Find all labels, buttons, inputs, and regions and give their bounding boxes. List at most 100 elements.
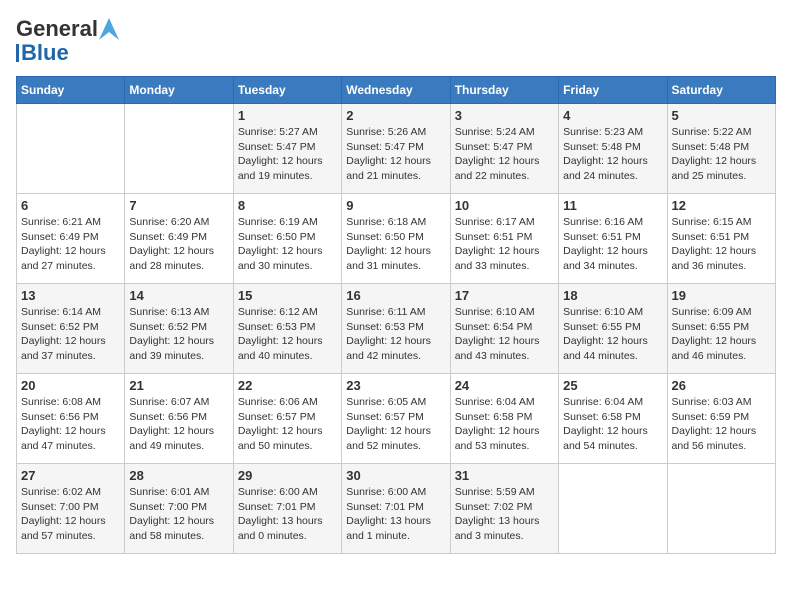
header-day-sunday: Sunday (17, 77, 125, 104)
calendar-week-row: 13 Sunrise: 6:14 AM Sunset: 6:52 PM Dayli… (17, 284, 776, 374)
calendar-cell: 27Sunrise: 6:02 AM Sunset: 7:00 PM Dayli… (17, 464, 125, 554)
calendar-cell (559, 464, 667, 554)
calendar-cell (667, 464, 775, 554)
day-info: Sunrise: 6:00 AM Sunset: 7:01 PM Dayligh… (238, 485, 337, 544)
day-info: Sunrise: 6:14 AM Sunset: 6:52 PM Dayligh… (21, 305, 120, 364)
day-info: Sunrise: 6:01 AM Sunset: 7:00 PM Dayligh… (129, 485, 228, 544)
calendar-cell: 4 Sunrise: 5:23 AM Sunset: 5:48 PM Daylig… (559, 104, 667, 194)
day-number: 19 (672, 288, 771, 303)
day-number: 17 (455, 288, 554, 303)
day-info: Sunrise: 5:23 AM Sunset: 5:48 PM Dayligh… (563, 125, 662, 184)
day-info: Sunrise: 6:00 AM Sunset: 7:01 PM Dayligh… (346, 485, 445, 544)
day-number: 8 (238, 198, 337, 213)
day-info: Sunrise: 6:11 AM Sunset: 6:53 PM Dayligh… (346, 305, 445, 364)
day-info: Sunrise: 6:07 AM Sunset: 6:56 PM Dayligh… (129, 395, 228, 454)
day-number: 25 (563, 378, 662, 393)
calendar-cell: 12 Sunrise: 6:15 AM Sunset: 6:51 PM Dayli… (667, 194, 775, 284)
day-info: Sunrise: 6:13 AM Sunset: 6:52 PM Dayligh… (129, 305, 228, 364)
calendar-cell: 3 Sunrise: 5:24 AM Sunset: 5:47 PM Daylig… (450, 104, 558, 194)
header-day-wednesday: Wednesday (342, 77, 450, 104)
calendar-cell: 9 Sunrise: 6:18 AM Sunset: 6:50 PM Daylig… (342, 194, 450, 284)
day-number: 28 (129, 468, 228, 483)
calendar-cell: 30 Sunrise: 6:00 AM Sunset: 7:01 PM Dayli… (342, 464, 450, 554)
day-info: Sunrise: 5:27 AM Sunset: 5:47 PM Dayligh… (238, 125, 337, 184)
header-day-thursday: Thursday (450, 77, 558, 104)
day-info: Sunrise: 6:10 AM Sunset: 6:54 PM Dayligh… (455, 305, 554, 364)
day-number: 4 (563, 108, 662, 123)
calendar-cell: 18 Sunrise: 6:10 AM Sunset: 6:55 PM Dayli… (559, 284, 667, 374)
day-number: 5 (672, 108, 771, 123)
day-number: 31 (455, 468, 554, 483)
day-number: 7 (129, 198, 228, 213)
day-number: 12 (672, 198, 771, 213)
day-info: Sunrise: 6:04 AM Sunset: 6:58 PM Dayligh… (563, 395, 662, 454)
calendar-header-row: SundayMondayTuesdayWednesdayThursdayFrid… (17, 77, 776, 104)
calendar-week-row: 27Sunrise: 6:02 AM Sunset: 7:00 PM Dayli… (17, 464, 776, 554)
header-day-saturday: Saturday (667, 77, 775, 104)
day-number: 21 (129, 378, 228, 393)
day-info: Sunrise: 6:20 AM Sunset: 6:49 PM Dayligh… (129, 215, 228, 274)
day-number: 11 (563, 198, 662, 213)
logo-bar (16, 44, 19, 62)
calendar-cell: 21 Sunrise: 6:07 AM Sunset: 6:56 PM Dayli… (125, 374, 233, 464)
calendar-cell: 25 Sunrise: 6:04 AM Sunset: 6:58 PM Dayli… (559, 374, 667, 464)
day-info: Sunrise: 6:05 AM Sunset: 6:57 PM Dayligh… (346, 395, 445, 454)
day-number: 30 (346, 468, 445, 483)
day-number: 1 (238, 108, 337, 123)
day-info: Sunrise: 5:59 AM Sunset: 7:02 PM Dayligh… (455, 485, 554, 544)
day-info: Sunrise: 6:21 AM Sunset: 6:49 PM Dayligh… (21, 215, 120, 274)
calendar-cell: 31 Sunrise: 5:59 AM Sunset: 7:02 PM Dayli… (450, 464, 558, 554)
day-info: Sunrise: 6:15 AM Sunset: 6:51 PM Dayligh… (672, 215, 771, 274)
day-info: Sunrise: 6:10 AM Sunset: 6:55 PM Dayligh… (563, 305, 662, 364)
calendar-cell (17, 104, 125, 194)
day-number: 13 (21, 288, 120, 303)
day-number: 23 (346, 378, 445, 393)
calendar-cell: 19 Sunrise: 6:09 AM Sunset: 6:55 PM Dayli… (667, 284, 775, 374)
logo-bird-icon (99, 18, 119, 40)
calendar-week-row: 20Sunrise: 6:08 AM Sunset: 6:56 PM Dayli… (17, 374, 776, 464)
calendar-cell: 11Sunrise: 6:16 AM Sunset: 6:51 PM Dayli… (559, 194, 667, 284)
header-day-tuesday: Tuesday (233, 77, 341, 104)
calendar-cell: 26 Sunrise: 6:03 AM Sunset: 6:59 PM Dayli… (667, 374, 775, 464)
calendar-cell: 2 Sunrise: 5:26 AM Sunset: 5:47 PM Daylig… (342, 104, 450, 194)
day-info: Sunrise: 5:24 AM Sunset: 5:47 PM Dayligh… (455, 125, 554, 184)
day-number: 26 (672, 378, 771, 393)
calendar-cell: 8 Sunrise: 6:19 AM Sunset: 6:50 PM Daylig… (233, 194, 341, 284)
calendar-cell: 10 Sunrise: 6:17 AM Sunset: 6:51 PM Dayli… (450, 194, 558, 284)
day-number: 9 (346, 198, 445, 213)
day-info: Sunrise: 6:19 AM Sunset: 6:50 PM Dayligh… (238, 215, 337, 274)
calendar-cell: 14 Sunrise: 6:13 AM Sunset: 6:52 PM Dayli… (125, 284, 233, 374)
header-day-monday: Monday (125, 77, 233, 104)
calendar-cell: 7 Sunrise: 6:20 AM Sunset: 6:49 PM Daylig… (125, 194, 233, 284)
day-number: 24 (455, 378, 554, 393)
calendar-table: SundayMondayTuesdayWednesdayThursdayFrid… (16, 76, 776, 554)
day-number: 16 (346, 288, 445, 303)
calendar-cell: 5 Sunrise: 5:22 AM Sunset: 5:48 PM Daylig… (667, 104, 775, 194)
day-info: Sunrise: 5:22 AM Sunset: 5:48 PM Dayligh… (672, 125, 771, 184)
day-number: 18 (563, 288, 662, 303)
day-info: Sunrise: 6:04 AM Sunset: 6:58 PM Dayligh… (455, 395, 554, 454)
calendar-cell: 20Sunrise: 6:08 AM Sunset: 6:56 PM Dayli… (17, 374, 125, 464)
day-info: Sunrise: 6:08 AM Sunset: 6:56 PM Dayligh… (21, 395, 120, 454)
calendar-cell: 23 Sunrise: 6:05 AM Sunset: 6:57 PM Dayli… (342, 374, 450, 464)
day-info: Sunrise: 6:18 AM Sunset: 6:50 PM Dayligh… (346, 215, 445, 274)
calendar-cell: 22Sunrise: 6:06 AM Sunset: 6:57 PM Dayli… (233, 374, 341, 464)
logo-blue: Blue (21, 40, 69, 66)
logo-general: General (16, 16, 98, 42)
day-info: Sunrise: 6:17 AM Sunset: 6:51 PM Dayligh… (455, 215, 554, 274)
calendar-cell (125, 104, 233, 194)
day-number: 10 (455, 198, 554, 213)
day-info: Sunrise: 6:03 AM Sunset: 6:59 PM Dayligh… (672, 395, 771, 454)
day-info: Sunrise: 6:02 AM Sunset: 7:00 PM Dayligh… (21, 485, 120, 544)
day-info: Sunrise: 6:06 AM Sunset: 6:57 PM Dayligh… (238, 395, 337, 454)
day-info: Sunrise: 6:09 AM Sunset: 6:55 PM Dayligh… (672, 305, 771, 364)
calendar-cell: 29Sunrise: 6:00 AM Sunset: 7:01 PM Dayli… (233, 464, 341, 554)
calendar-cell: 17 Sunrise: 6:10 AM Sunset: 6:54 PM Dayli… (450, 284, 558, 374)
day-number: 3 (455, 108, 554, 123)
header-day-friday: Friday (559, 77, 667, 104)
day-number: 2 (346, 108, 445, 123)
day-number: 14 (129, 288, 228, 303)
day-info: Sunrise: 6:12 AM Sunset: 6:53 PM Dayligh… (238, 305, 337, 364)
day-info: Sunrise: 5:26 AM Sunset: 5:47 PM Dayligh… (346, 125, 445, 184)
calendar-week-row: 1 Sunrise: 5:27 AM Sunset: 5:47 PM Daylig… (17, 104, 776, 194)
